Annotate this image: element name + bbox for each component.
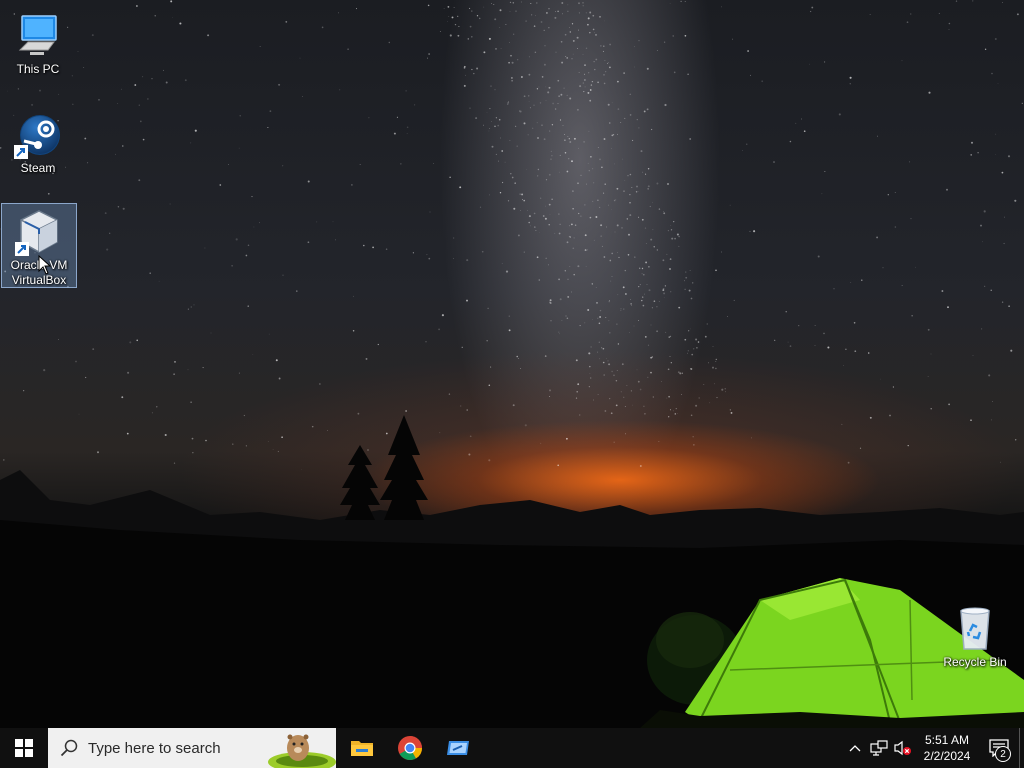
- chrome-icon: [398, 736, 422, 761]
- computer-icon: [14, 12, 62, 60]
- desktop-icon-virtualbox[interactable]: Oracle VM VirtualBox: [1, 203, 77, 288]
- start-button[interactable]: [0, 728, 48, 768]
- remote-desktop-icon: [447, 741, 469, 755]
- taskbar-clock[interactable]: 5:51 AM 2/2/2024: [915, 728, 979, 768]
- mouse-cursor-icon: [38, 255, 52, 275]
- network-button[interactable]: [867, 728, 891, 768]
- desktop-icon-steam[interactable]: Steam: [0, 107, 76, 180]
- notification-count-badge: 2: [995, 746, 1011, 762]
- volume-button[interactable]: [891, 728, 915, 768]
- shortcut-arrow-icon: [14, 145, 28, 159]
- desktop-wallpaper[interactable]: [0, 0, 1024, 728]
- volume-muted-icon: [894, 740, 911, 756]
- clock-time: 5:51 AM: [924, 733, 970, 747]
- desktop-icon-recycle-bin[interactable]: Recycle Bin: [937, 601, 1013, 674]
- taskbar: 5:51 AM 2/2/2024 2: [0, 728, 1024, 768]
- wallpaper-scene: [0, 0, 1024, 728]
- chevron-up-icon: [849, 745, 861, 752]
- network-icon: [870, 740, 888, 756]
- action-center-button[interactable]: 2: [979, 728, 1019, 768]
- taskbar-chrome[interactable]: [386, 728, 434, 768]
- taskbar-remote-desktop[interactable]: [434, 728, 482, 768]
- taskbar-search-box[interactable]: [48, 728, 336, 768]
- shortcut-arrow-icon: [15, 242, 29, 256]
- virtualbox-icon: [15, 208, 63, 256]
- windows-logo-icon: [15, 739, 33, 757]
- taskbar-file-explorer[interactable]: [338, 728, 386, 768]
- show-desktop-button[interactable]: [1019, 728, 1024, 768]
- desktop-icon-label: Steam: [20, 161, 56, 175]
- desktop-icon-label: This PC: [16, 62, 60, 76]
- folder-icon: [351, 741, 373, 756]
- show-hidden-icons-button[interactable]: [843, 728, 867, 768]
- system-tray: 5:51 AM 2/2/2024 2: [843, 728, 1024, 768]
- desktop-icon-label: Recycle Bin: [943, 655, 1007, 669]
- clock-date: 2/2/2024: [923, 749, 971, 763]
- recycle-bin-icon: [951, 605, 999, 653]
- search-highlight-groundhog-icon[interactable]: [256, 728, 336, 768]
- steam-icon: [14, 111, 62, 159]
- search-icon: [60, 739, 78, 757]
- search-input[interactable]: [88, 739, 268, 757]
- desktop-icon-this-pc[interactable]: This PC: [0, 8, 76, 81]
